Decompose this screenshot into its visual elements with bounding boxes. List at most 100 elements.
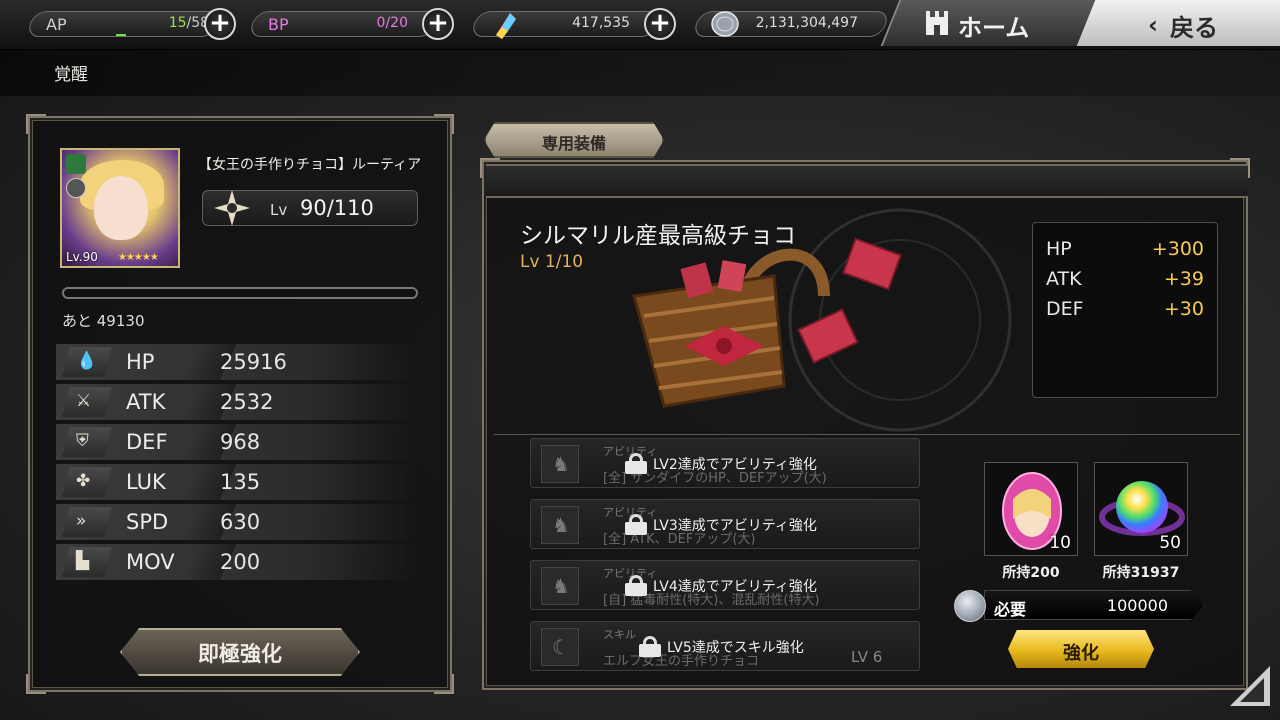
skill-level: LV 6 [851,648,883,666]
material-owned: 所持200 [1002,565,1060,581]
stat-key: MOV [126,550,175,574]
bonus-value: +300 [1151,238,1204,260]
stat-value: 2532 [220,390,274,414]
stat-value: 630 [220,510,261,534]
back-label[interactable]: 戻る [1170,8,1218,43]
lock-icon [625,453,647,474]
ability-row[interactable]: ♞ アビリティ [自] 猛毒耐性(特大)、混乱耐性(特大) LV4達成でアビリテ… [530,560,920,610]
material-slot-elf-egg[interactable]: 10 [984,462,1078,556]
chevrons-icon: » [62,507,112,537]
panel-corner [480,158,500,178]
bp-label: BP [268,15,289,34]
awaken-emblem-icon [214,190,250,226]
stat-key: ATK [126,390,166,414]
exp-bar [62,287,418,299]
bonus-key: ATK [1046,268,1082,290]
chevron-left-icon: ‹ [1148,11,1158,39]
stat-key: DEF [126,430,168,454]
drop-icon: 💧 [62,347,112,377]
character-name: 【女王の手作りチョコ】ルーティア [198,157,422,173]
skill-moon-icon: ☾ [541,628,579,666]
tab-exclusive-equipment-label[interactable]: 専用装備 [484,130,664,154]
ability-row[interactable]: ♞ アビリティ [全] ATK、DEFアップ(大) LV3達成でアビリティ強化 [530,499,920,549]
ap-plus-button[interactable]: + [204,8,236,40]
bonus-key: HP [1046,238,1072,260]
stat-value: 200 [220,550,261,574]
level-value: 90/110 [300,196,374,220]
stat-row-spd: » SPD 630 [56,504,418,540]
page-title: 覚醒 [54,65,88,85]
rarity-stars: ★★★★★ [118,252,159,263]
bp-value: 0/20 [376,15,408,31]
panel-corner [26,114,46,134]
portrait-level: Lv.90 [66,250,98,264]
required-label: 必要 [994,600,1027,619]
lock-icon [625,575,647,596]
stat-row-atk: ⚔ ATK 2532 [56,384,418,420]
material-count: 50 [1159,533,1181,553]
ability-knight-icon: ♞ [541,506,579,544]
lock-icon [625,514,647,535]
coin-value: 2,131,304,497 [755,15,858,31]
exp-remaining: あと 49130 [62,312,145,330]
bonus-key: DEF [1046,298,1084,320]
ability-knight-icon: ♞ [541,567,579,605]
character-portrait[interactable]: Lv.90 ★★★★★ [60,148,180,268]
clover-icon: ✤ [62,467,112,497]
stat-key: HP [126,350,155,374]
lock-icon [639,636,661,657]
menu-corner-inner [1240,678,1264,702]
material-count: 10 [1049,533,1071,553]
required-value: 100000 [1106,596,1168,615]
enhance-label[interactable]: 強化 [1008,639,1154,665]
ability-requirement: LV4達成でアビリティ強化 [653,579,817,595]
gem-plus-button[interactable]: + [644,8,676,40]
equipment-level: Lv 1/10 [520,252,584,272]
panel-corner [434,114,454,134]
stat-row-hp: 💧 HP 25916 [56,344,418,380]
chocolate-basket-icon [632,237,902,408]
ap-label: AP [46,15,67,34]
top-bar: AP 15/580 + BP 0/20 + 417,535 + 2,131,30… [0,0,1280,50]
class-icon [66,154,86,174]
home-label[interactable]: ホーム [958,8,1029,43]
skill-requirement: LV5達成でスキル強化 [667,640,804,656]
skill-row[interactable]: ☾ スキル エルフ女王の手作りチョコ LV5達成でスキル強化 LV 6 [530,621,920,671]
castle-icon [926,11,948,35]
coin-icon [954,590,986,622]
gem-display: 417,535 + [469,7,676,41]
boot-icon: ▙ [62,547,112,577]
equipment-header-bar [486,164,1248,198]
ap-bar [116,34,126,36]
title-band [0,50,1280,96]
ap-display: AP 15/580 + [25,7,236,41]
max-enhance-label[interactable]: 即極強化 [120,638,360,668]
material-owned: 所持31937 [1102,565,1180,581]
ability-knight-icon: ♞ [541,445,579,483]
level-label: Lv [270,201,288,219]
skill-category: スキル [603,628,636,641]
bonus-value: +39 [1163,268,1204,290]
panel-corner [1230,158,1250,178]
bp-plus-button[interactable]: + [422,8,454,40]
crystal-icon [496,13,516,39]
bonus-value: +30 [1163,298,1204,320]
ability-requirement: LV2達成でアビリティ強化 [653,457,817,473]
stat-row-mov: ▙ MOV 200 [56,544,418,580]
panel-corner [26,674,46,694]
ability-requirement: LV3達成でアビリティ強化 [653,518,817,534]
panel-corner [434,674,454,694]
ability-row[interactable]: ♞ アビリティ [全] サンダイフのHP、DEFアップ(大) LV2達成でアビリ… [530,438,920,488]
shield-icon: ⛨ [62,427,112,457]
element-icon [66,178,86,198]
coin-display: 2,131,304,497 [691,7,891,41]
bp-display: BP 0/20 + [247,7,454,41]
stat-key: LUK [126,470,166,494]
stat-value: 968 [220,430,261,454]
stat-row-def: ⛨ DEF 968 [56,424,418,460]
material-slot-rainbow-orb[interactable]: 50 [1094,462,1188,556]
gem-value: 417,535 [572,15,630,31]
stat-key: SPD [126,510,169,534]
stat-row-luk: ✤ LUK 135 [56,464,418,500]
stat-value: 135 [220,470,261,494]
